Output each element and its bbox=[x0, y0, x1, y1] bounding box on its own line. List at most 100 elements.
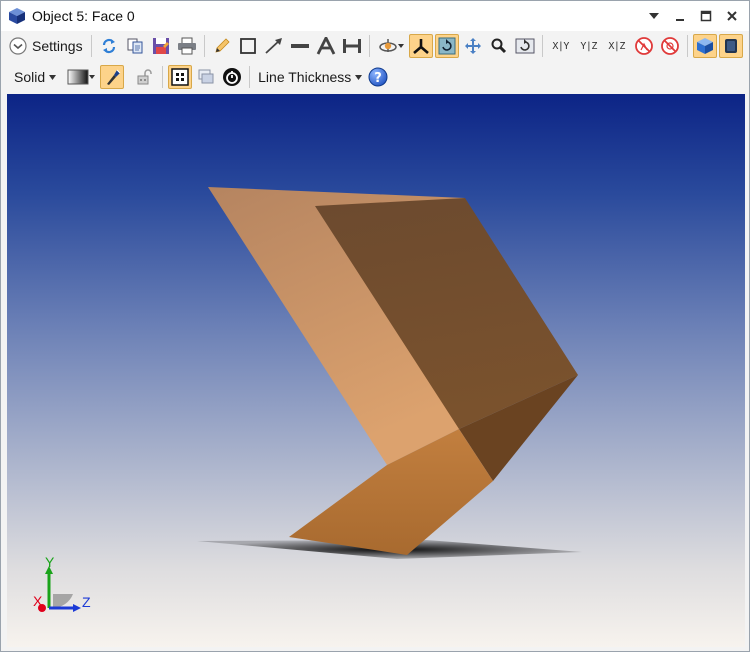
window-title: Object 5: Face 0 bbox=[32, 8, 135, 24]
maximize-icon bbox=[700, 10, 712, 22]
pencil-icon bbox=[215, 38, 230, 53]
close-icon bbox=[727, 11, 737, 21]
dimension-icon bbox=[342, 39, 361, 53]
background-gradient-dropdown[interactable] bbox=[64, 65, 98, 89]
line-tool-button[interactable] bbox=[288, 34, 312, 58]
settings-label: Settings bbox=[32, 38, 83, 54]
pan-icon bbox=[464, 38, 481, 54]
clear-sections-button[interactable] bbox=[658, 34, 682, 58]
triad-arc bbox=[53, 594, 73, 608]
save-icon bbox=[152, 38, 169, 54]
separator bbox=[162, 66, 164, 88]
help-button[interactable]: ? bbox=[366, 65, 390, 89]
flashlight-icon bbox=[107, 69, 121, 85]
copy-view-button[interactable] bbox=[194, 65, 218, 89]
text-tool-button[interactable] bbox=[314, 34, 338, 58]
maximize-button[interactable] bbox=[695, 5, 717, 27]
separator bbox=[541, 35, 543, 57]
viewer-window: Object 5: Face 0 Settings X|Y Y|Z X|Z So… bbox=[0, 0, 750, 652]
auto-rotate-icon bbox=[438, 37, 456, 55]
auto-rotate-button[interactable] bbox=[434, 34, 459, 58]
minimize-icon bbox=[676, 19, 684, 21]
printer-icon bbox=[177, 37, 196, 55]
cube-icon bbox=[9, 8, 25, 24]
caret-down-icon bbox=[89, 75, 96, 79]
caret-down-icon bbox=[355, 74, 363, 80]
lighting-button[interactable] bbox=[100, 65, 125, 89]
exploded-view-button[interactable] bbox=[632, 34, 656, 58]
separator bbox=[368, 35, 370, 57]
copy-button[interactable] bbox=[123, 34, 147, 58]
gradient-icon bbox=[67, 69, 89, 85]
reset-view-button[interactable] bbox=[513, 34, 537, 58]
no-section-icon bbox=[660, 37, 679, 55]
separator bbox=[686, 35, 688, 57]
view-xy-button[interactable]: X|Y bbox=[548, 34, 574, 58]
refresh-button[interactable] bbox=[97, 34, 121, 58]
perspective-button[interactable] bbox=[692, 34, 717, 58]
text-icon bbox=[316, 37, 335, 55]
render-mode-dropdown[interactable]: Solid bbox=[14, 69, 57, 85]
copy-icon bbox=[127, 38, 143, 54]
close-button[interactable] bbox=[721, 5, 743, 27]
display-toolbar: Solid Line Thickness ? bbox=[1, 62, 749, 92]
pencil-tool-button[interactable] bbox=[210, 34, 234, 58]
view-xz-button[interactable]: X|Z bbox=[604, 34, 630, 58]
separator bbox=[249, 66, 251, 88]
view-yz-button[interactable]: Y|Z bbox=[576, 34, 602, 58]
fit-frame-icon bbox=[171, 68, 189, 86]
render-mode-value: Solid bbox=[14, 69, 46, 85]
caret-down-icon bbox=[649, 13, 659, 19]
cylinder-icon bbox=[724, 39, 737, 53]
refresh-icon bbox=[102, 38, 115, 54]
minimize-button[interactable] bbox=[669, 5, 691, 27]
help-icon: ? bbox=[368, 67, 388, 87]
separator bbox=[90, 35, 92, 57]
save-button[interactable] bbox=[149, 34, 173, 58]
3d-viewport[interactable]: Y Z X bbox=[7, 94, 745, 647]
stopwatch-icon bbox=[223, 68, 242, 86]
unlock-icon bbox=[137, 69, 152, 85]
main-toolbar: Settings X|Y Y|Z X|Z bbox=[1, 31, 749, 61]
lock-view-button[interactable] bbox=[133, 65, 157, 89]
arrow-icon bbox=[264, 38, 282, 54]
zoom-button[interactable] bbox=[487, 34, 511, 58]
settings-button[interactable]: Settings bbox=[9, 37, 83, 55]
caret-down-icon bbox=[397, 44, 404, 48]
rotate-view-dropdown[interactable] bbox=[375, 34, 407, 58]
orientation-triad: Y Z X bbox=[33, 556, 91, 612]
axes-icon bbox=[412, 39, 429, 54]
orthographic-button[interactable] bbox=[718, 34, 743, 58]
pan-button[interactable] bbox=[461, 34, 485, 58]
view-xy-label: X|Y bbox=[552, 40, 569, 52]
line-icon bbox=[290, 44, 309, 48]
timer-button[interactable] bbox=[220, 65, 244, 89]
fit-to-window-button[interactable] bbox=[168, 65, 193, 89]
dimension-tool-button[interactable] bbox=[340, 34, 364, 58]
reset-view-icon bbox=[515, 38, 535, 54]
scene bbox=[197, 187, 582, 559]
view-xz-label: X|Z bbox=[608, 40, 625, 52]
z-axis-arrow bbox=[73, 604, 81, 612]
rectangle-icon bbox=[239, 38, 256, 54]
magnifier-icon bbox=[491, 38, 506, 54]
x-axis-label: X bbox=[33, 593, 43, 609]
cube-perspective-icon bbox=[696, 38, 713, 54]
chevron-circle-icon bbox=[9, 37, 27, 55]
line-thickness-label: Line Thickness bbox=[258, 69, 352, 85]
y-axis-label: Y bbox=[45, 556, 55, 570]
rectangle-tool-button[interactable] bbox=[236, 34, 260, 58]
title-bar: Object 5: Face 0 bbox=[1, 1, 749, 31]
svg-text:?: ? bbox=[375, 71, 383, 86]
print-button[interactable] bbox=[175, 34, 199, 58]
line-thickness-dropdown[interactable]: Line Thickness bbox=[258, 69, 363, 85]
arrow-tool-button[interactable] bbox=[262, 34, 286, 58]
axes-toggle-button[interactable] bbox=[408, 34, 433, 58]
z-axis-label: Z bbox=[82, 594, 91, 610]
view-yz-label: Y|Z bbox=[580, 40, 597, 52]
windows-icon bbox=[198, 69, 214, 84]
window-menu-button[interactable] bbox=[643, 5, 665, 27]
separator bbox=[203, 35, 205, 57]
caret-down-icon bbox=[49, 74, 57, 80]
no-explode-icon bbox=[634, 37, 653, 55]
